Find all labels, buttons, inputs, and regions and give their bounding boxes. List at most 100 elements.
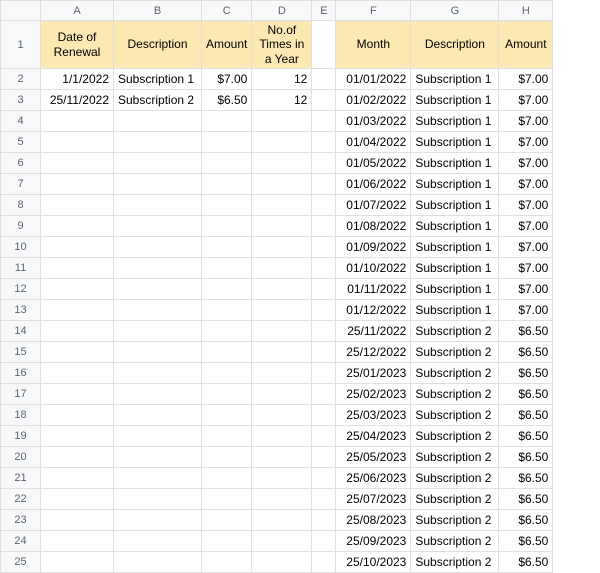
cell-F24[interactable]: 25/09/2023 [336,531,411,552]
cell-A18[interactable] [41,405,114,426]
cell-F1[interactable]: Month [336,21,411,69]
cell-D13[interactable] [252,300,312,321]
row-header-5[interactable]: 5 [1,132,41,153]
cell-G4[interactable]: Subscription 1 [411,111,499,132]
cell-D9[interactable] [252,216,312,237]
cell-C14[interactable] [202,321,252,342]
cell-G6[interactable]: Subscription 1 [411,153,499,174]
cell-B7[interactable] [114,174,202,195]
row-header-9[interactable]: 9 [1,216,41,237]
cell-B3[interactable]: Subscription 2 [114,90,202,111]
cell-D4[interactable] [252,111,312,132]
cell-H13[interactable]: $7.00 [499,300,553,321]
cell-B19[interactable] [114,426,202,447]
cell-F10[interactable]: 01/09/2022 [336,237,411,258]
cell-B22[interactable] [114,489,202,510]
cell-C22[interactable] [202,489,252,510]
row-header-3[interactable]: 3 [1,90,41,111]
col-header-G[interactable]: G [411,1,499,21]
cell-C20[interactable] [202,447,252,468]
cell-C18[interactable] [202,405,252,426]
cell-E23[interactable] [312,510,336,531]
row-header-19[interactable]: 19 [1,426,41,447]
cell-C15[interactable] [202,342,252,363]
cell-E9[interactable] [312,216,336,237]
cell-G11[interactable]: Subscription 1 [411,258,499,279]
cell-D8[interactable] [252,195,312,216]
cell-C24[interactable] [202,531,252,552]
cell-E22[interactable] [312,489,336,510]
cell-D16[interactable] [252,363,312,384]
row-header-11[interactable]: 11 [1,258,41,279]
cell-D21[interactable] [252,468,312,489]
cell-F2[interactable]: 01/01/2022 [336,69,411,90]
cell-D22[interactable] [252,489,312,510]
cell-C1[interactable]: Amount [202,21,252,69]
cell-A7[interactable] [41,174,114,195]
row-header-14[interactable]: 14 [1,321,41,342]
cell-D3[interactable]: 12 [252,90,312,111]
cell-E7[interactable] [312,174,336,195]
cell-C13[interactable] [202,300,252,321]
cell-D17[interactable] [252,384,312,405]
cell-A17[interactable] [41,384,114,405]
cell-F17[interactable]: 25/02/2023 [336,384,411,405]
cell-B23[interactable] [114,510,202,531]
cell-F18[interactable]: 25/03/2023 [336,405,411,426]
cell-E24[interactable] [312,531,336,552]
cell-A11[interactable] [41,258,114,279]
cell-H24[interactable]: $6.50 [499,531,553,552]
cell-F9[interactable]: 01/08/2022 [336,216,411,237]
cell-F5[interactable]: 01/04/2022 [336,132,411,153]
cell-D18[interactable] [252,405,312,426]
cell-H17[interactable]: $6.50 [499,384,553,405]
cell-H18[interactable]: $6.50 [499,405,553,426]
cell-A16[interactable] [41,363,114,384]
cell-H22[interactable]: $6.50 [499,489,553,510]
cell-B8[interactable] [114,195,202,216]
cell-F6[interactable]: 01/05/2022 [336,153,411,174]
cell-A10[interactable] [41,237,114,258]
cell-B9[interactable] [114,216,202,237]
cell-H10[interactable]: $7.00 [499,237,553,258]
cell-F11[interactable]: 01/10/2022 [336,258,411,279]
cell-A8[interactable] [41,195,114,216]
cell-C5[interactable] [202,132,252,153]
cell-G8[interactable]: Subscription 1 [411,195,499,216]
cell-D19[interactable] [252,426,312,447]
cell-A5[interactable] [41,132,114,153]
cell-A4[interactable] [41,111,114,132]
cell-E25[interactable] [312,552,336,573]
cell-B2[interactable]: Subscription 1 [114,69,202,90]
cell-H20[interactable]: $6.50 [499,447,553,468]
cell-D1[interactable]: No.of Times in a Year [252,21,312,69]
cell-B11[interactable] [114,258,202,279]
row-header-4[interactable]: 4 [1,111,41,132]
cell-G20[interactable]: Subscription 2 [411,447,499,468]
cell-D2[interactable]: 12 [252,69,312,90]
cell-B13[interactable] [114,300,202,321]
cell-D24[interactable] [252,531,312,552]
cell-B24[interactable] [114,531,202,552]
cell-E15[interactable] [312,342,336,363]
cell-G12[interactable]: Subscription 1 [411,279,499,300]
cell-B15[interactable] [114,342,202,363]
cell-E16[interactable] [312,363,336,384]
cell-B5[interactable] [114,132,202,153]
corner-cell[interactable] [1,1,41,21]
cell-D5[interactable] [252,132,312,153]
cell-B20[interactable] [114,447,202,468]
cell-G1[interactable]: Description [411,21,499,69]
cell-C2[interactable]: $7.00 [202,69,252,90]
cell-H23[interactable]: $6.50 [499,510,553,531]
cell-E20[interactable] [312,447,336,468]
cell-H11[interactable]: $7.00 [499,258,553,279]
cell-A22[interactable] [41,489,114,510]
cell-A1[interactable]: Date of Renewal [41,21,114,69]
cell-B17[interactable] [114,384,202,405]
row-header-23[interactable]: 23 [1,510,41,531]
cell-G19[interactable]: Subscription 2 [411,426,499,447]
col-header-B[interactable]: B [114,1,202,21]
col-header-D[interactable]: D [252,1,312,21]
cell-F12[interactable]: 01/11/2022 [336,279,411,300]
